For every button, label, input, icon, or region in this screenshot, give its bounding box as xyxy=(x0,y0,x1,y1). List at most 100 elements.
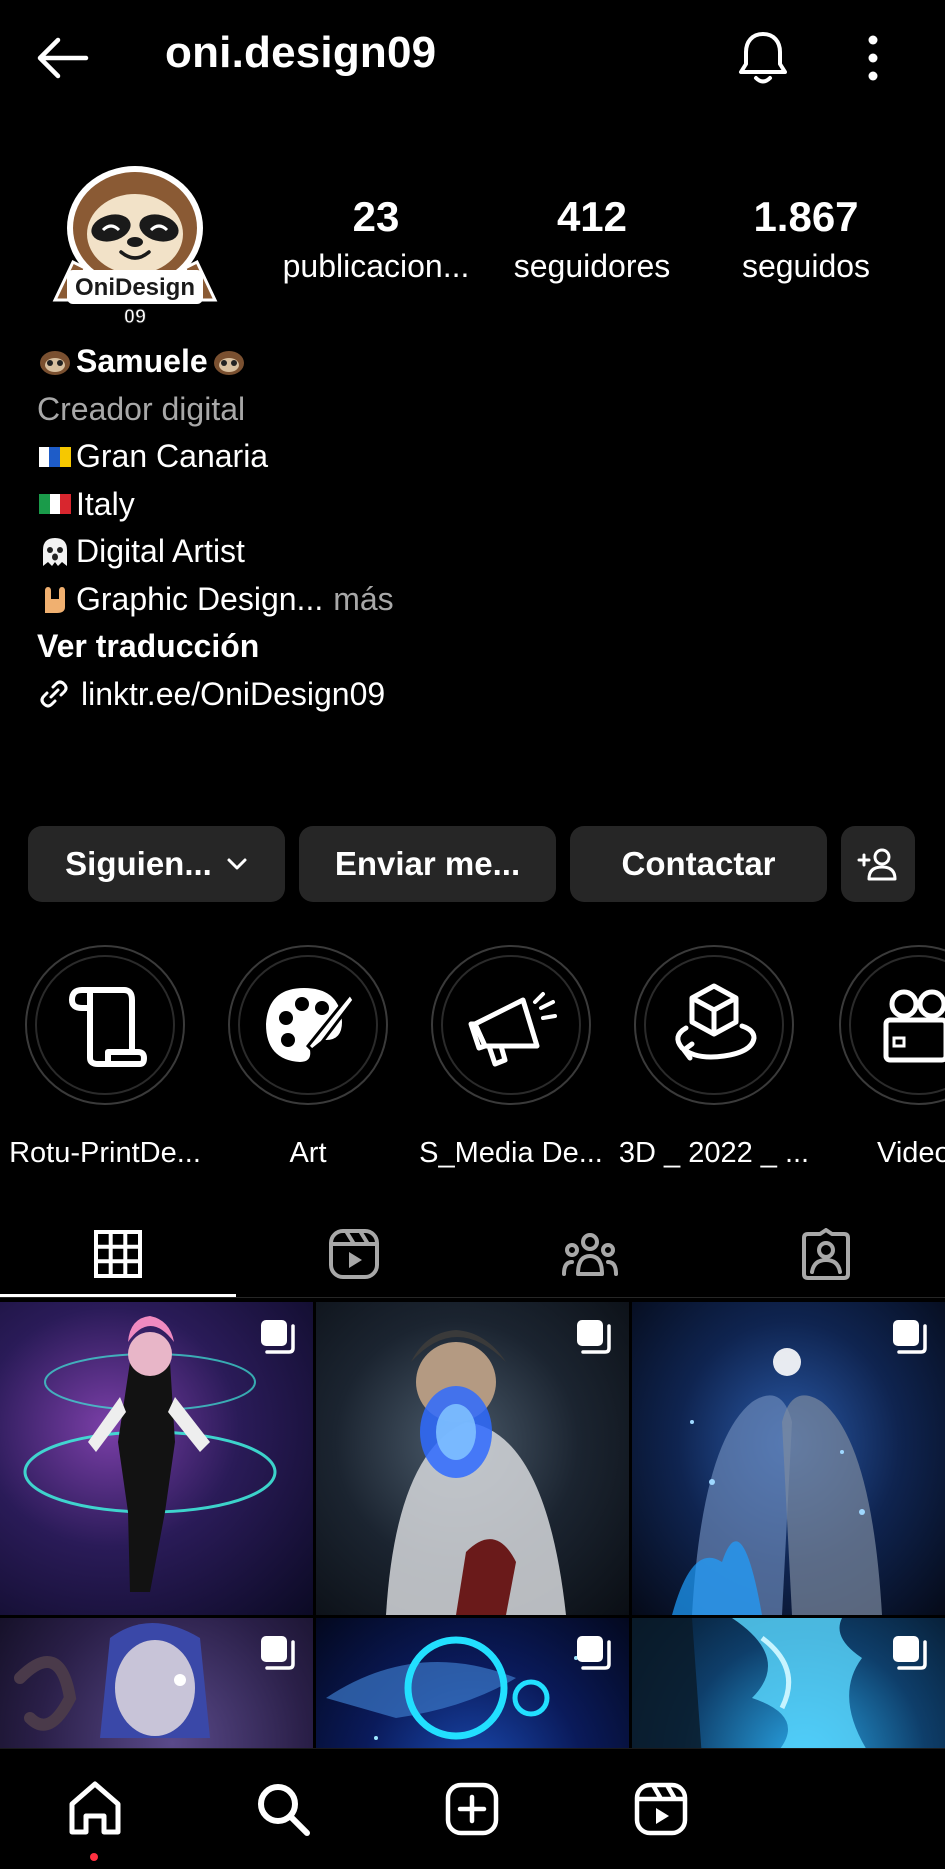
notification-dot xyxy=(90,1853,98,1861)
sloth-emoji-icon xyxy=(40,350,70,375)
bio-more-link[interactable]: más xyxy=(333,576,393,624)
grid-icon xyxy=(94,1230,142,1278)
bio-text: Gran Canaria xyxy=(76,438,269,474)
rock-hand-emoji-icon xyxy=(45,587,65,614)
scroll-icon xyxy=(69,987,147,1067)
followers-label: seguidores xyxy=(513,248,671,284)
bottom-navigation xyxy=(0,1748,945,1869)
nav-create[interactable] xyxy=(434,1771,510,1847)
canary-flag-emoji-icon xyxy=(39,446,71,467)
bio-text: Digital Artist xyxy=(76,533,245,569)
stat-following[interactable]: 1.867 seguidos xyxy=(706,192,906,288)
chevron-down-icon xyxy=(227,858,247,870)
create-icon xyxy=(445,1782,499,1836)
multiple-photos-icon xyxy=(893,1320,927,1354)
home-icon xyxy=(69,1781,121,1835)
highlight-ring xyxy=(228,945,388,1105)
nav-home[interactable] xyxy=(57,1771,133,1847)
highlight-ring xyxy=(839,945,945,1105)
posts-grid xyxy=(0,1302,945,1748)
collab-icon xyxy=(562,1233,618,1276)
highlight-inner xyxy=(35,955,175,1095)
contact-label: Contactar xyxy=(621,845,776,882)
bell-icon xyxy=(739,32,787,84)
followers-count: 412 xyxy=(556,193,628,240)
bio-text: Graphic Design... xyxy=(76,580,324,617)
bio-line-country: Italy xyxy=(37,481,897,529)
highlight-inner xyxy=(238,955,378,1095)
highlight-label: Video xyxy=(877,1137,945,1169)
following-label: Siguien... xyxy=(65,845,212,882)
multiple-photos-icon xyxy=(893,1636,927,1670)
bio-link-text: linktr.ee/OniDesign09 xyxy=(81,675,386,712)
highlight-item[interactable]: Video xyxy=(817,945,945,1173)
highlight-label: Rotu-PrintDe... xyxy=(9,1137,201,1169)
bio-category: Creador digital xyxy=(37,390,246,427)
bio-line-role: Digital Artist xyxy=(37,528,897,576)
highlight-ring xyxy=(634,945,794,1105)
post-thumbnail[interactable] xyxy=(316,1302,629,1615)
nav-search[interactable] xyxy=(245,1771,321,1847)
tab-tagged[interactable] xyxy=(708,1214,944,1294)
multiple-photos-icon xyxy=(577,1636,611,1670)
video-camera-icon xyxy=(883,989,945,1063)
profile-username: oni.design09 xyxy=(165,28,437,77)
back-button[interactable] xyxy=(34,34,90,82)
back-arrow-icon xyxy=(37,37,89,79)
profile-avatar[interactable]: OniDesign 09 xyxy=(45,150,225,330)
posts-count: 23 xyxy=(352,193,400,240)
multiple-photos-icon xyxy=(261,1636,295,1670)
highlight-label: Art xyxy=(289,1137,327,1169)
highlight-inner xyxy=(441,955,581,1095)
multiple-photos-icon xyxy=(261,1320,295,1354)
bio-text: Italy xyxy=(76,485,135,522)
following-count: 1.867 xyxy=(753,193,859,240)
post-thumbnail[interactable] xyxy=(0,1618,313,1748)
nav-reels[interactable] xyxy=(623,1771,699,1847)
see-translation-link[interactable]: Ver traducción xyxy=(37,623,897,671)
avatar-logo-sub: 09 xyxy=(124,306,146,328)
tab-posts-grid[interactable] xyxy=(0,1214,236,1294)
profile-bio: Samuele Creador digital Gran Canaria Ita… xyxy=(37,338,897,718)
following-label: seguidos xyxy=(741,248,871,284)
tagged-icon xyxy=(802,1228,850,1280)
post-thumbnail[interactable] xyxy=(0,1302,313,1615)
megaphone-icon xyxy=(468,992,557,1067)
stat-posts[interactable]: 23 publicacion... xyxy=(276,192,476,288)
message-label: Enviar me... xyxy=(334,845,521,882)
highlight-item[interactable]: S_Media De... xyxy=(411,945,611,1173)
more-options-button[interactable] xyxy=(855,30,891,86)
add-person-icon xyxy=(857,848,897,881)
highlight-item[interactable]: 3D _ 2022 _ ... xyxy=(614,945,814,1173)
highlight-label: 3D _ 2022 _ ... xyxy=(618,1137,810,1169)
highlight-ring xyxy=(431,945,591,1105)
highlight-inner xyxy=(644,955,784,1095)
post-thumbnail[interactable] xyxy=(316,1618,629,1748)
bio-external-link[interactable]: linktr.ee/OniDesign09 xyxy=(37,671,897,719)
post-thumbnail[interactable] xyxy=(632,1302,945,1615)
highlight-inner xyxy=(849,955,945,1095)
notifications-button[interactable] xyxy=(735,28,791,88)
highlight-item[interactable]: Rotu-PrintDe... xyxy=(5,945,205,1173)
posts-label: publicacion... xyxy=(282,248,470,284)
highlight-item[interactable]: Art xyxy=(208,945,408,1173)
following-button[interactable]: Siguien... xyxy=(28,826,285,902)
post-thumbnail[interactable] xyxy=(632,1618,945,1748)
tab-reels[interactable] xyxy=(236,1214,472,1294)
highlight-ring xyxy=(25,945,185,1105)
contact-button[interactable]: Contactar xyxy=(570,826,827,902)
suggested-users-button[interactable] xyxy=(841,826,915,902)
italy-flag-emoji-icon xyxy=(39,494,71,515)
bio-name: Samuele xyxy=(76,343,208,379)
reels-icon xyxy=(329,1229,379,1279)
stat-followers[interactable]: 412 seguidores xyxy=(492,192,692,288)
tab-divider xyxy=(0,1297,945,1298)
message-button[interactable]: Enviar me... xyxy=(299,826,556,902)
sloth-emoji-icon xyxy=(213,350,244,375)
bio-line-skill: Graphic Design... más xyxy=(37,576,897,624)
tab-collabs[interactable] xyxy=(472,1214,708,1294)
cube-icon xyxy=(675,983,757,1061)
ghost-emoji-icon xyxy=(43,537,67,566)
palette-icon xyxy=(266,988,356,1062)
sloth-logo: OniDesign 09 xyxy=(52,166,218,329)
